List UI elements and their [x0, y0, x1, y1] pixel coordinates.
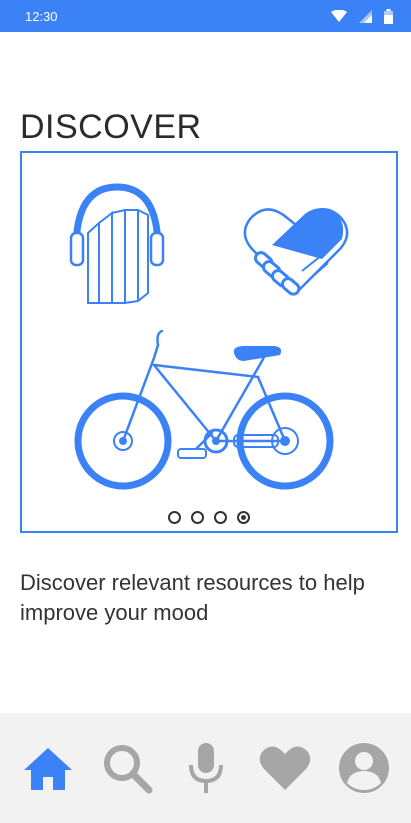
headphones-books-icon: [69, 183, 165, 305]
home-icon: [23, 748, 72, 790]
carousel-dot[interactable]: [168, 511, 181, 524]
nav-item-search[interactable]: [97, 738, 157, 798]
profile-icon: [338, 743, 389, 793]
nav-item-microphone[interactable]: [176, 738, 236, 798]
nav-item-home[interactable]: [18, 738, 78, 798]
battery-icon: [384, 8, 393, 24]
status-bar: 12:30: [0, 0, 411, 32]
nav-item-profile[interactable]: [334, 738, 394, 798]
nav-item-favorites[interactable]: [255, 738, 315, 798]
carousel[interactable]: [20, 151, 398, 533]
carousel-illustration: [69, 183, 349, 490]
signal-icon: [359, 9, 372, 23]
carousel-dot-active[interactable]: [237, 511, 250, 524]
heart-icon: [259, 746, 310, 790]
page-title: DISCOVER: [20, 108, 202, 146]
bottom-navigation: [0, 713, 411, 823]
handshake-heart-icon: [243, 208, 349, 296]
status-icons: [331, 8, 393, 24]
microphone-icon: [188, 743, 223, 793]
carousel-dot[interactable]: [214, 511, 227, 524]
status-time: 12:30: [25, 8, 58, 24]
page-description: Discover relevant resources to help impr…: [20, 570, 365, 625]
carousel-dot[interactable]: [191, 511, 204, 524]
carousel-pagination: [22, 511, 396, 524]
bicycle-icon: [74, 329, 334, 490]
search-icon: [103, 745, 152, 794]
wifi-icon: [331, 10, 347, 22]
